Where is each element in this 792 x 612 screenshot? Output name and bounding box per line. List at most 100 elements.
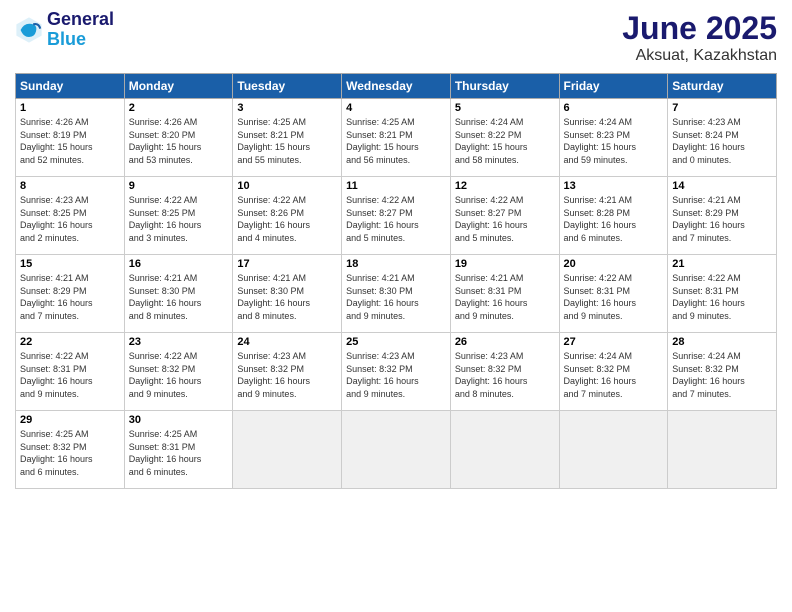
day-number: 20: [564, 258, 664, 270]
header-friday: Friday: [559, 74, 668, 99]
week-row-2: 8Sunrise: 4:23 AMSunset: 8:25 PMDaylight…: [16, 177, 777, 255]
calendar-cell: 29Sunrise: 4:25 AMSunset: 8:32 PMDayligh…: [16, 411, 125, 489]
day-number: 30: [129, 414, 229, 426]
day-number: 17: [237, 258, 337, 270]
day-info: Sunrise: 4:23 AMSunset: 8:32 PMDaylight:…: [237, 350, 337, 400]
day-number: 12: [455, 180, 555, 192]
day-number: 24: [237, 336, 337, 348]
day-info: Sunrise: 4:22 AMSunset: 8:27 PMDaylight:…: [346, 194, 446, 244]
calendar-cell: 22 Sunrise: 4:22 AMSunset: 8:31 PMDayligh…: [16, 333, 125, 411]
calendar-cell: 24 Sunrise: 4:23 AMSunset: 8:32 PMDayligh…: [233, 333, 342, 411]
header: General Blue June 2025 Aksuat, Kazakhsta…: [15, 10, 777, 65]
day-number: 10: [237, 180, 337, 192]
day-info: Sunrise: 4:21 AMSunset: 8:29 PMDaylight:…: [20, 272, 120, 322]
calendar-cell: 9 Sunrise: 4:22 AMSunset: 8:25 PMDaylight…: [124, 177, 233, 255]
header-monday: Monday: [124, 74, 233, 99]
day-info: Sunrise: 4:21 AMSunset: 8:29 PMDaylight:…: [672, 194, 772, 244]
day-number: 8: [20, 180, 120, 192]
day-info: Sunrise: 4:21 AMSunset: 8:30 PMDaylight:…: [237, 272, 337, 322]
logo: General Blue: [15, 10, 114, 50]
day-number: 2: [129, 102, 229, 114]
calendar-cell: 26 Sunrise: 4:23 AMSunset: 8:32 PMDayligh…: [450, 333, 559, 411]
logo-icon: [15, 16, 43, 44]
header-tuesday: Tuesday: [233, 74, 342, 99]
calendar-cell: 10 Sunrise: 4:22 AMSunset: 8:26 PMDayligh…: [233, 177, 342, 255]
day-info: Sunrise: 4:25 AMSunset: 8:21 PMDaylight:…: [237, 116, 337, 166]
day-info: Sunrise: 4:21 AMSunset: 8:30 PMDaylight:…: [346, 272, 446, 322]
calendar-cell: 18 Sunrise: 4:21 AMSunset: 8:30 PMDayligh…: [342, 255, 451, 333]
calendar-cell: 2 Sunrise: 4:26 AMSunset: 8:20 PMDaylight…: [124, 99, 233, 177]
day-number: 6: [564, 102, 664, 114]
day-number: 11: [346, 180, 446, 192]
day-info: Sunrise: 4:21 AMSunset: 8:31 PMDaylight:…: [455, 272, 555, 322]
calendar-cell: 23Sunrise: 4:22 AMSunset: 8:32 PMDayligh…: [124, 333, 233, 411]
day-number: 19: [455, 258, 555, 270]
day-info: Sunrise: 4:22 AMSunset: 8:31 PMDaylight:…: [564, 272, 664, 322]
header-row: SundayMondayTuesdayWednesdayThursdayFrid…: [16, 74, 777, 99]
day-number: 4: [346, 102, 446, 114]
day-info: Sunrise: 4:24 AMSunset: 8:23 PMDaylight:…: [564, 116, 664, 166]
day-info: Sunrise: 4:25 AMSunset: 8:31 PMDaylight:…: [129, 428, 229, 478]
day-number: 23: [129, 336, 229, 348]
day-info: Sunrise: 4:22 AMSunset: 8:27 PMDaylight:…: [455, 194, 555, 244]
day-number: 26: [455, 336, 555, 348]
title-block: June 2025 Aksuat, Kazakhstan: [622, 10, 777, 65]
calendar-cell: 11 Sunrise: 4:22 AMSunset: 8:27 PMDayligh…: [342, 177, 451, 255]
day-number: 29: [20, 414, 120, 426]
header-sunday: Sunday: [16, 74, 125, 99]
calendar-cell: 19 Sunrise: 4:21 AMSunset: 8:31 PMDayligh…: [450, 255, 559, 333]
calendar-cell: 25Sunrise: 4:23 AMSunset: 8:32 PMDayligh…: [342, 333, 451, 411]
calendar-cell: 4 Sunrise: 4:25 AMSunset: 8:21 PMDaylight…: [342, 99, 451, 177]
day-info: Sunrise: 4:26 AMSunset: 8:20 PMDaylight:…: [129, 116, 229, 166]
calendar-cell: 8Sunrise: 4:23 AMSunset: 8:25 PMDaylight…: [16, 177, 125, 255]
day-info: Sunrise: 4:21 AMSunset: 8:30 PMDaylight:…: [129, 272, 229, 322]
day-number: 21: [672, 258, 772, 270]
calendar-cell: [450, 411, 559, 489]
header-saturday: Saturday: [668, 74, 777, 99]
week-row-1: 1Sunrise: 4:26 AMSunset: 8:19 PMDaylight…: [16, 99, 777, 177]
calendar-cell: 14 Sunrise: 4:21 AMSunset: 8:29 PMDayligh…: [668, 177, 777, 255]
calendar-cell: 17 Sunrise: 4:21 AMSunset: 8:30 PMDayligh…: [233, 255, 342, 333]
calendar-cell: 15 Sunrise: 4:21 AMSunset: 8:29 PMDayligh…: [16, 255, 125, 333]
calendar-cell: 7Sunrise: 4:23 AMSunset: 8:24 PMDaylight…: [668, 99, 777, 177]
day-number: 22: [20, 336, 120, 348]
calendar-cell: 16Sunrise: 4:21 AMSunset: 8:30 PMDayligh…: [124, 255, 233, 333]
week-row-3: 15 Sunrise: 4:21 AMSunset: 8:29 PMDayligh…: [16, 255, 777, 333]
logo-text: General Blue: [47, 10, 114, 50]
day-info: Sunrise: 4:22 AMSunset: 8:25 PMDaylight:…: [129, 194, 229, 244]
day-info: Sunrise: 4:22 AMSunset: 8:26 PMDaylight:…: [237, 194, 337, 244]
calendar-cell: 6 Sunrise: 4:24 AMSunset: 8:23 PMDaylight…: [559, 99, 668, 177]
day-number: 27: [564, 336, 664, 348]
page: General Blue June 2025 Aksuat, Kazakhsta…: [0, 0, 792, 612]
day-info: Sunrise: 4:22 AMSunset: 8:31 PMDaylight:…: [672, 272, 772, 322]
day-number: 28: [672, 336, 772, 348]
day-number: 9: [129, 180, 229, 192]
calendar-cell: [668, 411, 777, 489]
day-info: Sunrise: 4:24 AMSunset: 8:32 PMDaylight:…: [564, 350, 664, 400]
main-title: June 2025: [622, 10, 777, 47]
calendar-table: SundayMondayTuesdayWednesdayThursdayFrid…: [15, 73, 777, 489]
day-number: 13: [564, 180, 664, 192]
day-number: 14: [672, 180, 772, 192]
calendar-cell: 3 Sunrise: 4:25 AMSunset: 8:21 PMDaylight…: [233, 99, 342, 177]
calendar-cell: [233, 411, 342, 489]
day-number: 18: [346, 258, 446, 270]
calendar-cell: 5Sunrise: 4:24 AMSunset: 8:22 PMDaylight…: [450, 99, 559, 177]
calendar-cell: [342, 411, 451, 489]
day-number: 15: [20, 258, 120, 270]
day-info: Sunrise: 4:22 AMSunset: 8:31 PMDaylight:…: [20, 350, 120, 400]
week-row-4: 22 Sunrise: 4:22 AMSunset: 8:31 PMDayligh…: [16, 333, 777, 411]
calendar-cell: 30 Sunrise: 4:25 AMSunset: 8:31 PMDayligh…: [124, 411, 233, 489]
day-info: Sunrise: 4:24 AMSunset: 8:32 PMDaylight:…: [672, 350, 772, 400]
week-row-5: 29Sunrise: 4:25 AMSunset: 8:32 PMDayligh…: [16, 411, 777, 489]
calendar-cell: [559, 411, 668, 489]
day-info: Sunrise: 4:23 AMSunset: 8:32 PMDaylight:…: [455, 350, 555, 400]
day-info: Sunrise: 4:23 AMSunset: 8:32 PMDaylight:…: [346, 350, 446, 400]
day-number: 3: [237, 102, 337, 114]
logo-blue: Blue: [47, 29, 86, 49]
day-info: Sunrise: 4:25 AMSunset: 8:21 PMDaylight:…: [346, 116, 446, 166]
header-wednesday: Wednesday: [342, 74, 451, 99]
day-info: Sunrise: 4:24 AMSunset: 8:22 PMDaylight:…: [455, 116, 555, 166]
day-info: Sunrise: 4:21 AMSunset: 8:28 PMDaylight:…: [564, 194, 664, 244]
day-number: 7: [672, 102, 772, 114]
